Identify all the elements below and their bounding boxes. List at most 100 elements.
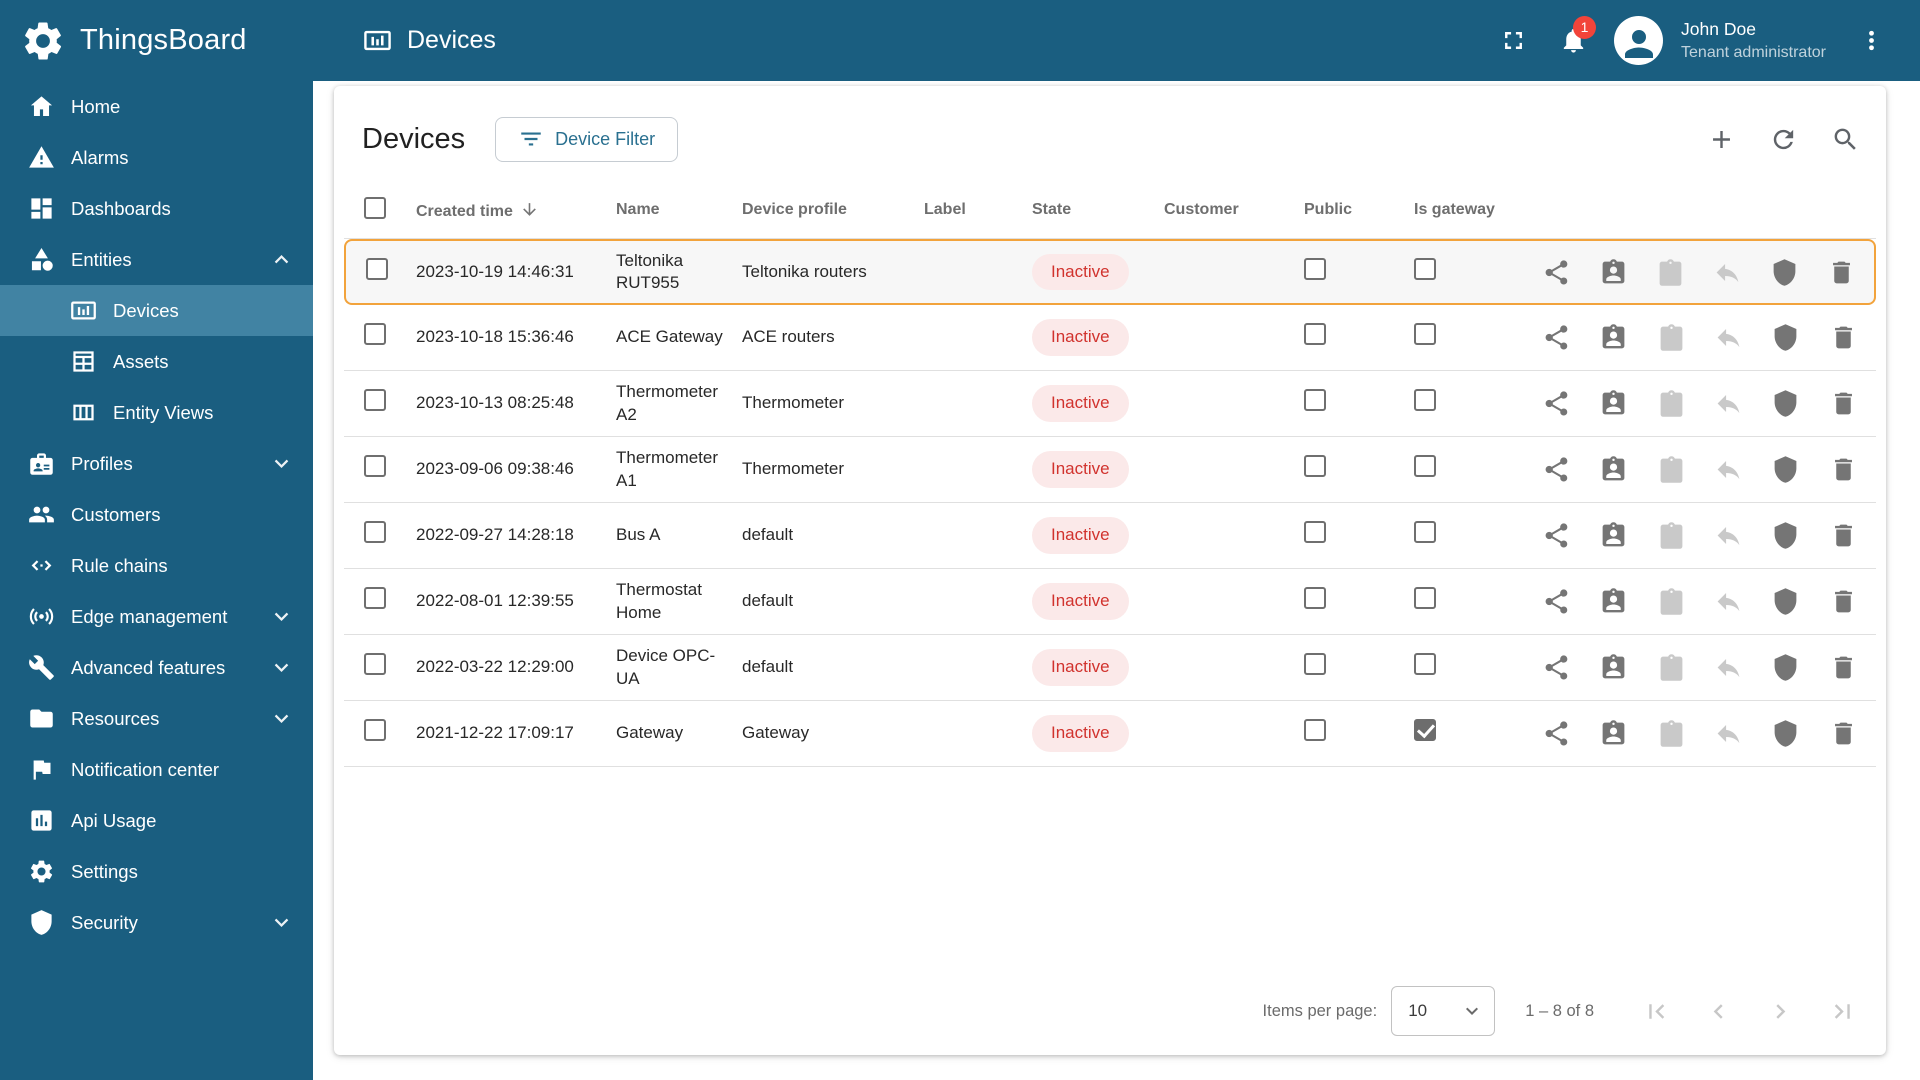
sidebar-item-rule-chains[interactable]: Rule chains <box>0 540 313 591</box>
public-checkbox[interactable] <box>1304 389 1326 412</box>
sidebar-item-edge-management[interactable]: Edge management <box>0 591 313 642</box>
delete-button[interactable] <box>1823 316 1864 360</box>
sidebar-item-entities[interactable]: Entities <box>0 234 313 285</box>
gateway-checkbox[interactable] <box>1414 323 1436 346</box>
col-name[interactable]: Name <box>616 182 742 239</box>
share-button[interactable] <box>1536 514 1577 558</box>
sidebar-item-home[interactable]: Home <box>0 81 313 132</box>
assign-to-customer-button[interactable] <box>1593 250 1634 294</box>
public-checkbox[interactable] <box>1304 587 1326 610</box>
gateway-checkbox[interactable] <box>1414 653 1436 676</box>
col-label[interactable]: Label <box>924 182 1032 239</box>
delete-button[interactable] <box>1823 712 1864 756</box>
user-info[interactable]: John Doe Tenant administrator <box>1681 18 1826 63</box>
select-all-checkbox[interactable] <box>364 196 386 219</box>
assign-to-customer-button[interactable] <box>1593 580 1634 624</box>
delete-button[interactable] <box>1821 250 1862 294</box>
assign-to-customer-button[interactable] <box>1593 712 1634 756</box>
sidebar-item-advanced-features[interactable]: Advanced features <box>0 642 313 693</box>
device-row[interactable]: 2022-08-01 12:39:55 Thermostat Home defaul… <box>344 569 1876 635</box>
security-button[interactable] <box>1765 514 1806 558</box>
gateway-checkbox[interactable] <box>1414 455 1436 478</box>
gateway-checkbox[interactable] <box>1414 719 1436 742</box>
col-device-profile[interactable]: Device profile <box>742 182 924 239</box>
security-button[interactable] <box>1765 712 1806 756</box>
security-button[interactable] <box>1765 580 1806 624</box>
gateway-checkbox[interactable] <box>1414 389 1436 412</box>
row-checkbox[interactable] <box>364 521 386 544</box>
public-checkbox[interactable] <box>1304 521 1326 544</box>
col-state[interactable]: State <box>1032 182 1164 239</box>
sidebar-item-dashboards[interactable]: Dashboards <box>0 183 313 234</box>
brand[interactable]: ThingsBoard <box>0 0 313 81</box>
device-filter-button[interactable]: Device Filter <box>495 116 679 162</box>
public-checkbox[interactable] <box>1304 455 1326 478</box>
share-button[interactable] <box>1536 250 1577 294</box>
sidebar-item-api-usage[interactable]: Api Usage <box>0 795 313 846</box>
share-button[interactable] <box>1536 382 1577 426</box>
assign-to-customer-button[interactable] <box>1593 514 1634 558</box>
public-checkbox[interactable] <box>1304 257 1326 280</box>
assign-to-customer-button[interactable] <box>1593 382 1634 426</box>
row-checkbox[interactable] <box>364 323 386 346</box>
sidebar-item-devices[interactable]: Devices <box>0 285 313 336</box>
share-button[interactable] <box>1536 646 1577 690</box>
public-checkbox[interactable] <box>1304 719 1326 742</box>
delete-button[interactable] <box>1823 448 1864 492</box>
more-menu-button[interactable] <box>1844 14 1898 68</box>
security-button[interactable] <box>1764 250 1805 294</box>
device-row[interactable]: 2022-03-22 12:29:00 Device OPC-UA default I… <box>344 635 1876 701</box>
delete-button[interactable] <box>1823 646 1864 690</box>
row-checkbox[interactable] <box>366 257 388 280</box>
sidebar-item-resources[interactable]: Resources <box>0 693 313 744</box>
device-row[interactable]: 2021-12-22 17:09:17 Gateway Gateway Inactiv… <box>344 701 1876 767</box>
row-checkbox[interactable] <box>364 389 386 412</box>
device-row[interactable]: 2022-09-27 14:28:18 Bus Adefault Inactive <box>344 503 1876 569</box>
share-button[interactable] <box>1536 448 1577 492</box>
security-button[interactable] <box>1765 382 1806 426</box>
sidebar-item-entity-views[interactable]: Entity Views <box>0 387 313 438</box>
assign-to-customer-button[interactable] <box>1593 316 1634 360</box>
sidebar-item-settings[interactable]: Settings <box>0 846 313 897</box>
assign-to-customer-button[interactable] <box>1593 646 1634 690</box>
device-row[interactable]: 2023-10-19 14:46:31 Teltonika RUT955 Telto… <box>344 239 1876 305</box>
col-public[interactable]: Public <box>1304 182 1414 239</box>
public-checkbox[interactable] <box>1304 653 1326 676</box>
avatar[interactable] <box>1614 16 1664 65</box>
gateway-checkbox[interactable] <box>1414 587 1436 610</box>
delete-button[interactable] <box>1823 580 1864 624</box>
col-created-time[interactable]: Created time <box>416 182 616 239</box>
row-checkbox[interactable] <box>364 719 386 742</box>
share-button[interactable] <box>1536 580 1577 624</box>
row-checkbox[interactable] <box>364 587 386 610</box>
delete-button[interactable] <box>1823 514 1864 558</box>
row-checkbox[interactable] <box>364 653 386 676</box>
gateway-checkbox[interactable] <box>1414 257 1436 280</box>
device-row[interactable]: 2023-10-13 08:25:48 Thermometer A2 Thermom… <box>344 371 1876 437</box>
sidebar-item-alarms[interactable]: Alarms <box>0 132 313 183</box>
col-customer[interactable]: Customer <box>1164 182 1304 239</box>
add-device-button[interactable] <box>1694 112 1748 166</box>
public-checkbox[interactable] <box>1304 323 1326 346</box>
gateway-checkbox[interactable] <box>1414 521 1436 544</box>
delete-button[interactable] <box>1823 382 1864 426</box>
items-per-page-select[interactable]: 10 <box>1391 986 1496 1036</box>
sidebar-item-security[interactable]: Security <box>0 897 313 948</box>
search-button[interactable] <box>1818 112 1872 166</box>
fullscreen-button[interactable] <box>1486 14 1540 68</box>
assign-to-customer-button[interactable] <box>1593 448 1634 492</box>
security-button[interactable] <box>1765 316 1806 360</box>
share-button[interactable] <box>1536 316 1577 360</box>
security-button[interactable] <box>1765 448 1806 492</box>
col-is-gateway[interactable]: Is gateway <box>1414 182 1536 239</box>
sidebar-item-assets[interactable]: Assets <box>0 336 313 387</box>
notifications-button[interactable]: 1 <box>1546 14 1600 68</box>
row-checkbox[interactable] <box>364 455 386 478</box>
share-button[interactable] <box>1536 712 1577 756</box>
security-button[interactable] <box>1765 646 1806 690</box>
sidebar-item-notification-center[interactable]: Notification center <box>0 744 313 795</box>
sidebar-item-customers[interactable]: Customers <box>0 489 313 540</box>
device-row[interactable]: 2023-09-06 09:38:46 Thermometer A1 Thermom… <box>344 437 1876 503</box>
device-row[interactable]: 2023-10-18 15:36:46 ACE Gateway ACE router… <box>344 305 1876 371</box>
sidebar-item-profiles[interactable]: Profiles <box>0 438 313 489</box>
